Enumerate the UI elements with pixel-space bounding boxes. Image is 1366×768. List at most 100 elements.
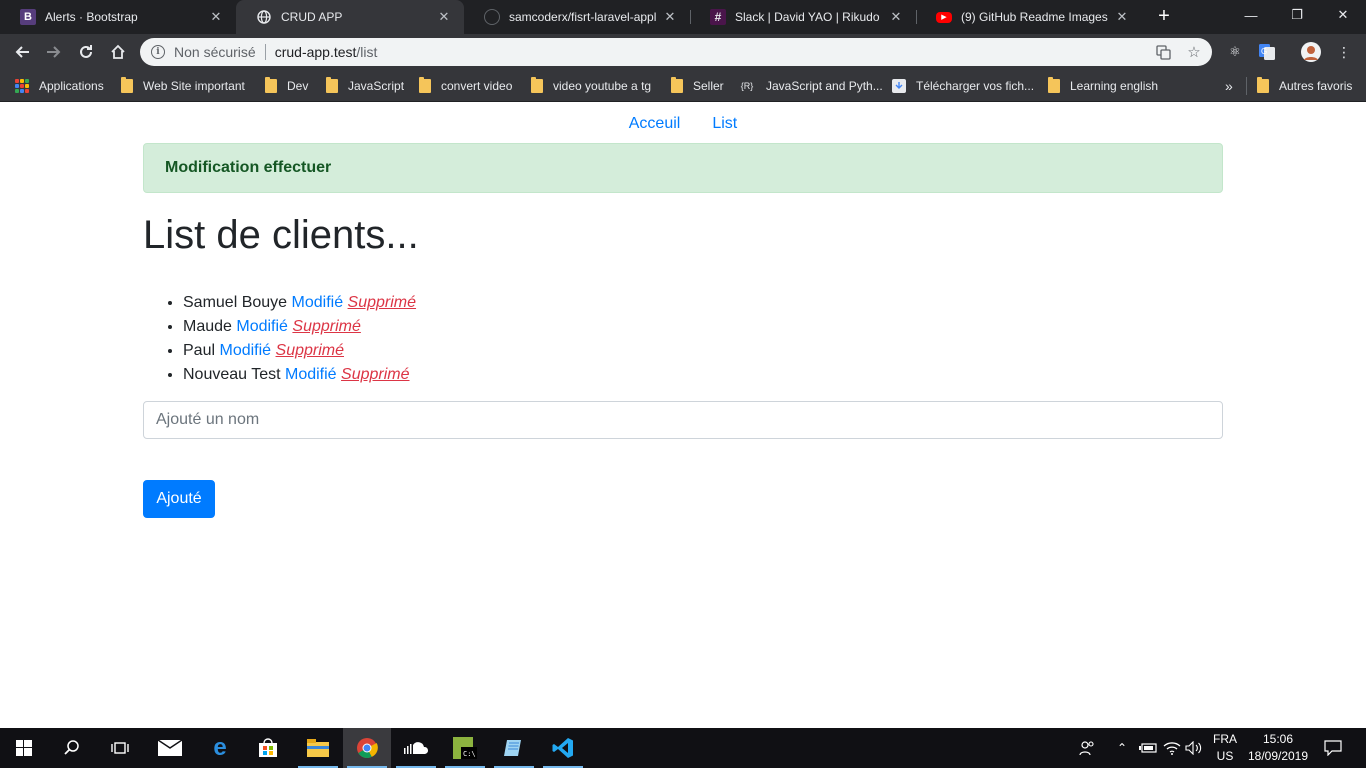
- back-button[interactable]: [8, 37, 36, 67]
- bookmark-applications[interactable]: Applications: [15, 76, 104, 96]
- bookmark-other-favorites[interactable]: Autres favoris: [1257, 76, 1352, 96]
- file-explorer-icon[interactable]: [294, 728, 342, 768]
- close-window-button[interactable]: ✕: [1320, 0, 1366, 30]
- bookmark-convert-video[interactable]: convert video: [419, 76, 512, 96]
- address-bar[interactable]: i Non sécurisé crud-app.test/list: [140, 38, 1212, 66]
- volume-icon[interactable]: [1183, 728, 1205, 768]
- browser-tab-alerts[interactable]: B Alerts · Bootstrap ✕: [0, 0, 236, 34]
- bookmark-video-youtube[interactable]: video youtube a tg: [531, 76, 651, 96]
- close-icon[interactable]: ✕: [662, 9, 678, 25]
- language-indicator[interactable]: FRA US: [1209, 731, 1241, 765]
- close-icon[interactable]: ✕: [888, 9, 904, 25]
- client-name: Samuel Bouye: [183, 294, 288, 311]
- reload-button[interactable]: [72, 37, 100, 67]
- edit-link[interactable]: Modifié: [236, 318, 288, 335]
- translate-icon[interactable]: [1152, 38, 1174, 66]
- bookmark-label: JavaScript and Pyth...: [766, 79, 883, 93]
- folder-icon: [419, 77, 431, 93]
- youtube-icon: ▶: [936, 11, 952, 23]
- close-icon[interactable]: ✕: [436, 9, 452, 25]
- edge-icon[interactable]: e: [196, 728, 244, 768]
- windows-taskbar: e C:\ ⌃ FRA US 15:06 18/09/2019: [0, 728, 1366, 768]
- clock-time: 15:06: [1262, 732, 1294, 746]
- task-view-icon[interactable]: [96, 728, 144, 768]
- start-icon[interactable]: [0, 728, 48, 768]
- close-icon[interactable]: ✕: [208, 9, 224, 25]
- success-alert: Modification effectuer: [143, 143, 1223, 193]
- browser-tab-strip: B Alerts · Bootstrap ✕ CRUD APP ✕ samcod…: [0, 0, 1366, 34]
- browser-tab-github[interactable]: samcoderx/fisrt-laravel-applica ✕: [464, 0, 690, 34]
- store-icon[interactable]: [244, 728, 292, 768]
- nav-link-list[interactable]: List: [696, 115, 753, 133]
- new-tab-button[interactable]: +: [1152, 6, 1176, 27]
- bookmark-web-site-important[interactable]: Web Site important: [121, 76, 245, 96]
- mail-icon[interactable]: [146, 728, 194, 768]
- vscode-icon[interactable]: [539, 728, 587, 768]
- add-button[interactable]: Ajouté: [143, 480, 215, 518]
- svg-text:C:\: C:\: [463, 750, 476, 758]
- notepad-icon[interactable]: [490, 728, 538, 768]
- bookmark-javascript[interactable]: JavaScript: [326, 76, 404, 96]
- delete-link[interactable]: Supprimé: [348, 294, 416, 311]
- edit-link[interactable]: Modifié: [285, 366, 337, 383]
- browser-tab-slack[interactable]: # Slack | David YAO | Rikudo Tech ✕: [690, 0, 916, 34]
- menu-icon[interactable]: ⋮: [1334, 42, 1354, 62]
- react-devtools-icon[interactable]: ⚛: [1225, 42, 1245, 62]
- minimize-button[interactable]: —: [1228, 0, 1274, 30]
- star-icon[interactable]: ☆: [1183, 38, 1205, 66]
- tab-title: Slack | David YAO | Rikudo Tech: [735, 10, 882, 24]
- delete-link[interactable]: Supprimé: [341, 366, 409, 383]
- bookmark-seller[interactable]: Seller: [671, 76, 724, 96]
- google-translate-icon[interactable]: G: [1257, 42, 1277, 62]
- client-list: Samuel Bouye Modifié Supprimé Maude Modi…: [183, 291, 416, 387]
- terminal-icon[interactable]: C:\: [441, 728, 489, 768]
- forward-button[interactable]: [40, 37, 68, 67]
- restore-button[interactable]: ❐: [1274, 0, 1320, 30]
- avatar[interactable]: [1301, 42, 1321, 62]
- folder-icon: [121, 77, 133, 93]
- name-input[interactable]: [143, 401, 1223, 439]
- folder-icon: [1048, 77, 1060, 93]
- browser-toolbar: i Non sécurisé crud-app.test/list ☆ ⚛ G …: [0, 34, 1366, 70]
- chevron-up-icon[interactable]: ⌃: [1112, 728, 1132, 768]
- code-bracket-icon: {R}: [740, 81, 754, 91]
- bookmark-label: Télécharger vos fich...: [916, 79, 1035, 93]
- edit-link[interactable]: Modifié: [292, 294, 344, 311]
- search-icon[interactable]: [48, 728, 96, 768]
- bootstrap-icon: B: [20, 9, 36, 25]
- client-name: Nouveau Test: [183, 366, 281, 383]
- list-item: Nouveau Test Modifié Supprimé: [183, 363, 416, 387]
- system-clock[interactable]: 15:06 18/09/2019: [1246, 731, 1310, 765]
- edit-link[interactable]: Modifié: [219, 342, 271, 359]
- bookmark-label: Applications: [39, 79, 104, 93]
- notification-icon[interactable]: [1320, 728, 1346, 768]
- keyboard-layout: US: [1216, 749, 1234, 763]
- bookmarks-overflow-button[interactable]: »: [1225, 76, 1233, 96]
- bookmark-learning-english[interactable]: Learning english: [1048, 76, 1158, 96]
- battery-icon[interactable]: [1137, 728, 1159, 768]
- bookmark-telecharger[interactable]: Télécharger vos fich...: [892, 76, 1034, 96]
- people-icon[interactable]: [1076, 728, 1098, 768]
- bookmark-javascript-python[interactable]: {R} JavaScript and Pyth...: [738, 76, 883, 96]
- soundcloud-icon[interactable]: [392, 728, 440, 768]
- bookmarks-divider: [1246, 77, 1247, 95]
- bookmark-label: JavaScript: [348, 79, 405, 93]
- browser-tab-youtube[interactable]: ▶ (9) GitHub Readme Images Tuto ✕: [916, 0, 1142, 34]
- close-icon[interactable]: ✕: [1114, 9, 1130, 25]
- apps-grid-icon: [15, 79, 29, 93]
- browser-tab-crud-app[interactable]: CRUD APP ✕: [236, 0, 464, 34]
- delete-link[interactable]: Supprimé: [276, 342, 344, 359]
- delete-link[interactable]: Supprimé: [292, 318, 360, 335]
- bookmark-label: Dev: [287, 79, 309, 93]
- home-button[interactable]: [104, 37, 132, 67]
- bookmark-dev[interactable]: Dev: [265, 76, 308, 96]
- download-page-icon: [892, 79, 906, 93]
- chrome-icon[interactable]: [343, 728, 391, 768]
- nav-link-home[interactable]: Acceuil: [613, 115, 697, 133]
- info-icon[interactable]: i: [151, 45, 165, 59]
- wifi-icon[interactable]: [1161, 728, 1183, 768]
- page-content: Acceuil List Modification effectuer List…: [0, 103, 1366, 728]
- globe-icon: [256, 9, 272, 25]
- alert-message: Modification effectuer: [165, 159, 332, 176]
- folder-icon: [531, 77, 543, 93]
